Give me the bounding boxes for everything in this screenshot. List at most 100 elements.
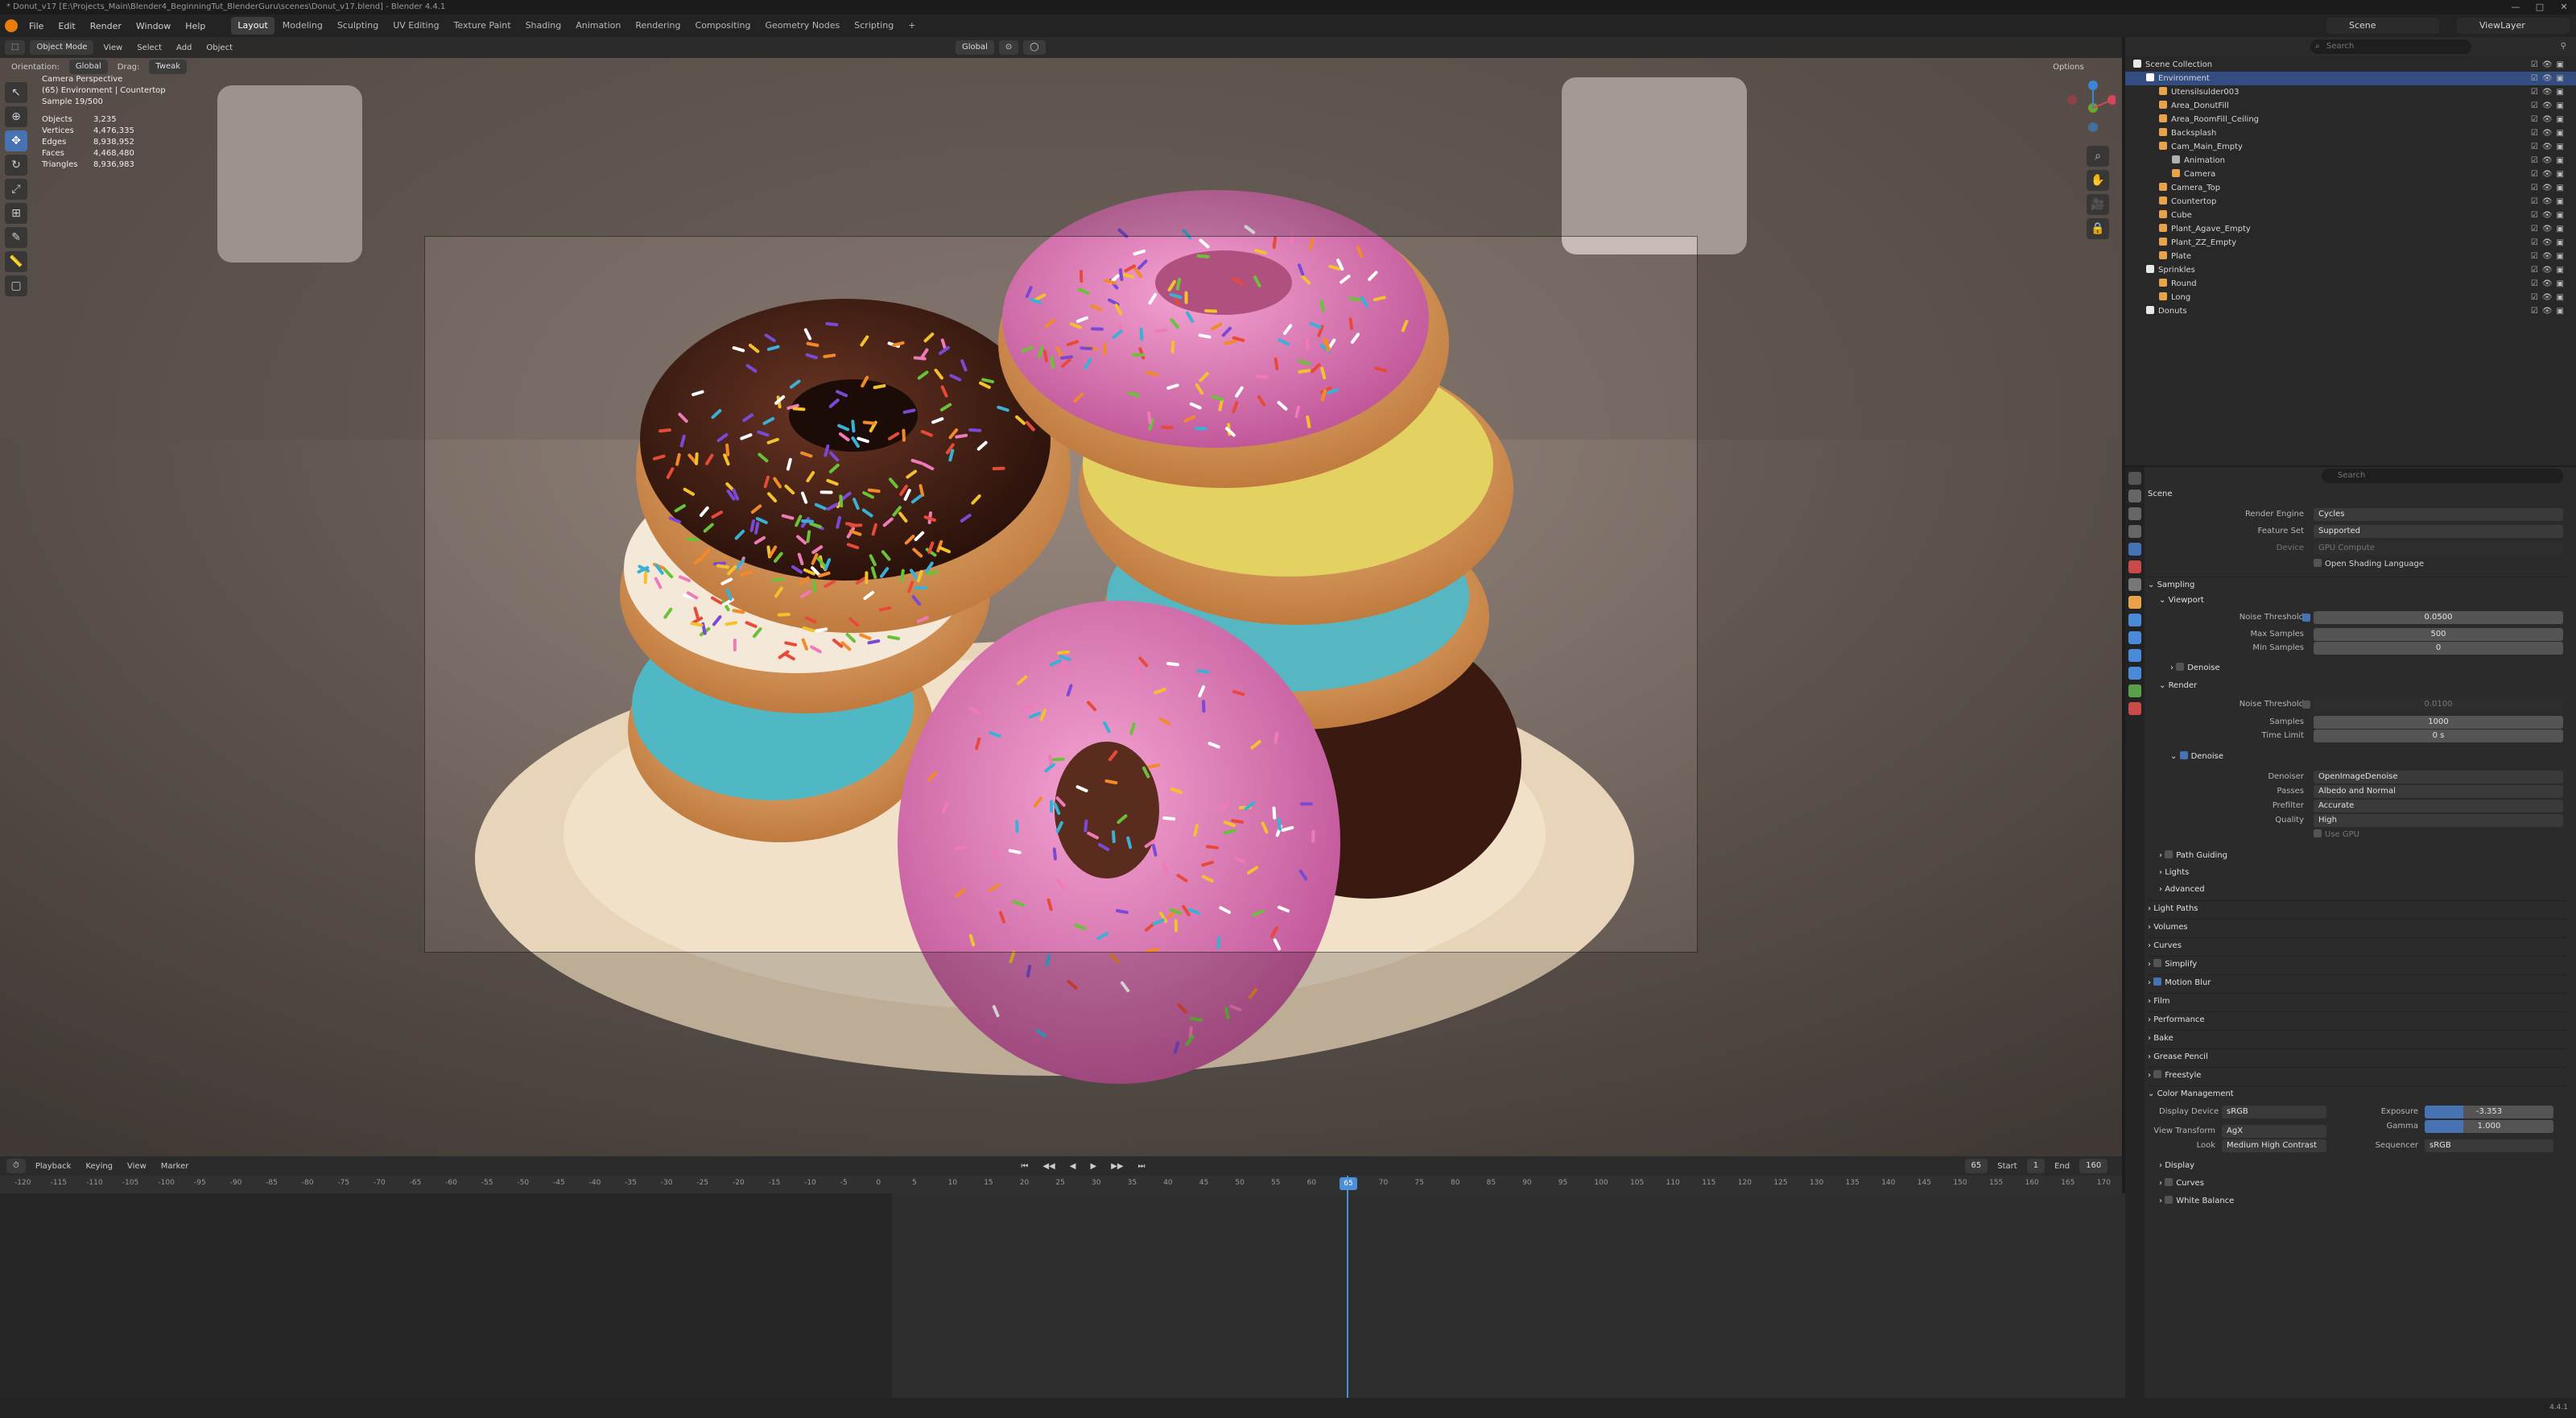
- menu-select[interactable]: Select: [132, 43, 167, 52]
- quality-select[interactable]: High: [2314, 814, 2563, 827]
- tab-texture-paint[interactable]: Texture Paint: [448, 17, 518, 35]
- render-tab-icon[interactable]: [2128, 490, 2141, 502]
- cm-curves-panel[interactable]: › Curves: [2159, 1176, 2576, 1192]
- visibility-toggles-icon[interactable]: ☑👁▣: [2531, 277, 2568, 291]
- tab-compositing[interactable]: Compositing: [689, 17, 758, 35]
- menu-help[interactable]: Help: [179, 21, 212, 31]
- outliner-row[interactable]: Cam_Main_Empty ☑👁▣: [2125, 140, 2576, 154]
- use-gpu-checkbox[interactable]: [2314, 829, 2322, 837]
- axis-gizmo-icon[interactable]: [2059, 76, 2117, 140]
- play-button[interactable]: ▶: [1085, 1162, 1101, 1171]
- outliner-row[interactable]: Countertop ☑👁▣: [2125, 195, 2576, 209]
- filter-icon[interactable]: ⚲: [2561, 39, 2566, 54]
- menu-add[interactable]: Add: [171, 43, 196, 52]
- tab-layout[interactable]: Layout: [231, 17, 275, 35]
- material-tab-icon[interactable]: [2128, 702, 2141, 715]
- subsection-render[interactable]: ⌄ Render: [2159, 678, 2576, 694]
- menu-render[interactable]: Render: [84, 21, 128, 31]
- tab-uv-editing[interactable]: UV Editing: [386, 17, 445, 35]
- prev-key-button[interactable]: ◀◀: [1038, 1162, 1059, 1171]
- outliner-row[interactable]: Sprinkles ☑👁▣: [2125, 263, 2576, 277]
- section-freestyle[interactable]: › Freestyle: [2148, 1067, 2566, 1083]
- exposure-field[interactable]: -3.353: [2425, 1106, 2553, 1118]
- menu-window[interactable]: Window: [130, 21, 177, 31]
- output-tab-icon[interactable]: [2128, 507, 2141, 520]
- outliner-row[interactable]: Environment ☑👁▣: [2125, 72, 2576, 85]
- next-key-button[interactable]: ▶▶: [1106, 1162, 1128, 1171]
- vp-max-samples-field[interactable]: 500: [2314, 628, 2563, 641]
- tweak-tool-icon[interactable]: ↖: [5, 82, 27, 103]
- properties-search[interactable]: Search: [2322, 469, 2563, 483]
- visibility-toggles-icon[interactable]: ☑👁▣: [2531, 154, 2568, 167]
- menu-view[interactable]: View: [98, 43, 127, 52]
- close-button[interactable]: ✕: [2552, 0, 2576, 14]
- visibility-toggles-icon[interactable]: ☑👁▣: [2531, 263, 2568, 277]
- menu-edit[interactable]: Edit: [52, 21, 81, 31]
- view-layer-tab-icon[interactable]: [2128, 525, 2141, 538]
- particles-tab-icon[interactable]: [2128, 631, 2141, 644]
- vp-denoise-panel[interactable]: › Denoise: [2170, 660, 2576, 676]
- move-tool-icon[interactable]: ✥: [5, 130, 27, 151]
- constraints-tab-icon[interactable]: [2128, 667, 2141, 680]
- visibility-toggles-icon[interactable]: ☑👁▣: [2531, 140, 2568, 154]
- blender-logo-icon[interactable]: [5, 19, 18, 32]
- outliner-row[interactable]: Backsplash ☑👁▣: [2125, 126, 2576, 140]
- outliner-row[interactable]: Donuts ☑👁▣: [2125, 304, 2576, 318]
- tab-geometry-nodes[interactable]: Geometry Nodes: [758, 17, 846, 35]
- properties-editor[interactable]: Search Scene Render Engine Cycles Feature…: [2125, 467, 2576, 1418]
- visibility-toggles-icon[interactable]: ☑👁▣: [2531, 181, 2568, 195]
- timeline-editor[interactable]: ⏱ Playback Keying View Marker ⏮ ◀◀ ◀ ▶ ▶…: [0, 1156, 2133, 1418]
- outliner-row[interactable]: Round ☑👁▣: [2125, 277, 2576, 291]
- tab-modeling[interactable]: Modeling: [276, 17, 329, 35]
- r-denoise-panel[interactable]: ⌄ Denoise: [2170, 749, 2576, 765]
- outliner-row[interactable]: Long ☑👁▣: [2125, 291, 2576, 304]
- camera-view-icon[interactable]: 🎥: [2087, 194, 2109, 215]
- tool-tab-icon[interactable]: [2128, 472, 2141, 485]
- subsection-path-guiding[interactable]: › Path Guiding: [2159, 848, 2576, 864]
- r-time-limit-field[interactable]: 0 s: [2314, 730, 2563, 742]
- scene-tab-icon[interactable]: [2128, 543, 2141, 556]
- vp-min-samples-field[interactable]: 0: [2314, 642, 2563, 655]
- add-cube-tool-icon[interactable]: ▢: [5, 275, 27, 296]
- section-performance[interactable]: › Performance: [2148, 1011, 2566, 1027]
- tab-rendering[interactable]: Rendering: [629, 17, 687, 35]
- jump-end-button[interactable]: ⏭: [1133, 1162, 1150, 1171]
- snap-toggle[interactable]: ⊙: [998, 40, 1019, 55]
- visibility-toggles-icon[interactable]: ☑👁▣: [2531, 126, 2568, 140]
- physics-tab-icon[interactable]: [2128, 649, 2141, 662]
- outliner-row[interactable]: Cube ☑👁▣: [2125, 209, 2576, 222]
- subsection-viewport[interactable]: ⌄ Viewport: [2159, 593, 2576, 609]
- section-simplify[interactable]: › Simplify: [2148, 956, 2566, 972]
- transform-tool-icon[interactable]: ⊞: [5, 203, 27, 224]
- drag-selector[interactable]: Tweak: [149, 60, 188, 74]
- jump-start-button[interactable]: ⏮: [1016, 1162, 1033, 1171]
- 3d-viewport[interactable]: ⬚ Object Mode View Select Add Object Glo…: [0, 37, 2122, 1156]
- modifier-tab-icon[interactable]: [2128, 614, 2141, 626]
- world-tab-icon[interactable]: [2128, 560, 2141, 573]
- outliner-row[interactable]: Animation ☑👁▣: [2125, 154, 2576, 167]
- cm-white-balance-panel[interactable]: › White Balance: [2159, 1193, 2576, 1209]
- outliner-search[interactable]: Search: [2310, 39, 2471, 54]
- minimize-button[interactable]: —: [2504, 0, 2528, 14]
- menu-keying[interactable]: Keying: [80, 1162, 118, 1171]
- section-motion-blur[interactable]: › Motion Blur: [2148, 974, 2566, 990]
- menu-view-timeline[interactable]: View: [122, 1162, 151, 1171]
- playhead-frame-badge[interactable]: 65: [1340, 1177, 1357, 1190]
- current-frame-field[interactable]: 65: [1964, 1159, 1988, 1173]
- editor-type-button[interactable]: ⬚: [5, 40, 26, 55]
- scale-tool-icon[interactable]: ⤢: [5, 179, 27, 200]
- r-samples-field[interactable]: 1000: [2314, 716, 2563, 729]
- outliner-row[interactable]: Scene Collection ☑👁▣: [2125, 58, 2576, 72]
- lock-icon[interactable]: 🔒: [2087, 218, 2109, 239]
- visibility-toggles-icon[interactable]: ☑👁▣: [2531, 58, 2568, 72]
- feature-set-select[interactable]: Supported: [2314, 525, 2563, 538]
- menu-playback[interactable]: Playback: [31, 1162, 76, 1171]
- section-volumes[interactable]: › Volumes: [2148, 919, 2566, 935]
- visibility-toggles-icon[interactable]: ☑👁▣: [2531, 85, 2568, 99]
- outliner-row[interactable]: Plant_Agave_Empty ☑👁▣: [2125, 222, 2576, 236]
- subsection-lights[interactable]: › Lights: [2159, 865, 2576, 881]
- maximize-button[interactable]: □: [2528, 0, 2552, 14]
- pan-hand-icon[interactable]: ✋: [2087, 170, 2109, 191]
- passes-select[interactable]: Albedo and Normal: [2314, 785, 2563, 798]
- proportional-edit-toggle[interactable]: ◯: [1023, 40, 1046, 55]
